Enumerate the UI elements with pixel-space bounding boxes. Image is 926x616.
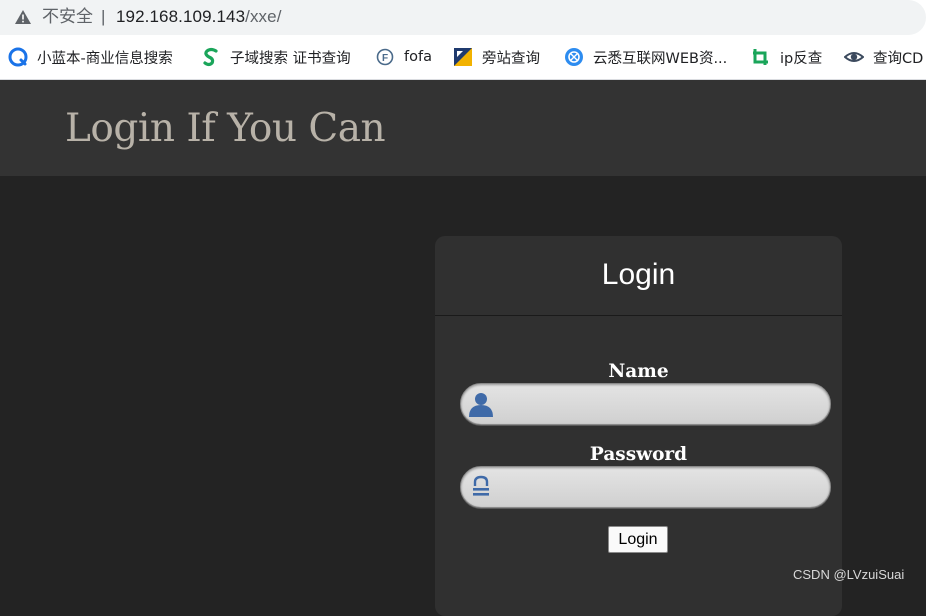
login-heading: Login: [601, 258, 676, 291]
bookmark-label: fofa: [404, 49, 432, 65]
security-label[interactable]: 不安全: [42, 7, 93, 27]
bookmark-label: 旁站查询: [482, 50, 540, 67]
fofa-icon: F: [376, 48, 394, 66]
eye-icon: [844, 52, 864, 62]
site-title: Login If You Can: [65, 106, 386, 151]
url-path: /xxe/: [245, 7, 282, 26]
name-input[interactable]: [499, 386, 819, 422]
name-label: Name: [608, 361, 669, 382]
omnibox[interactable]: 不安全 | 192.168.109.143/xxe/: [0, 0, 926, 35]
bookmark-label: 小蓝本-商业信息搜索: [37, 50, 173, 67]
login-button[interactable]: Login: [608, 526, 668, 553]
warning-icon[interactable]: [14, 9, 32, 25]
bookmark-label: 云悉互联网WEB资...: [593, 50, 728, 67]
bookmark-yunxi[interactable]: 云悉互联网WEB资...: [564, 45, 727, 69]
bookmark-label: 查询CD: [873, 50, 924, 67]
bookmark-label: ip反查: [780, 50, 823, 67]
bookmark-side-site[interactable]: 旁站查询: [453, 45, 540, 69]
watermark: CSDN @LVzuiSuai: [793, 567, 905, 582]
bookmark-xiaolanben[interactable]: 小蓝本-商业信息搜索: [8, 45, 173, 69]
url-host: 192.168.109.143: [116, 7, 246, 26]
login-panel-header: Login: [435, 236, 842, 316]
password-label: Password: [589, 444, 688, 465]
url-text[interactable]: 192.168.109.143/xxe/: [116, 7, 282, 27]
address-separator: |: [101, 7, 106, 26]
yunxi-icon: [565, 48, 583, 66]
subdomain-search-icon: [203, 47, 218, 67]
password-field[interactable]: [460, 466, 831, 508]
lock-icon: [473, 475, 489, 496]
bookmark-ip-reverse[interactable]: ip反查: [751, 45, 822, 69]
bookmark-label: 子域搜索 证书查询: [230, 50, 351, 67]
name-field[interactable]: [460, 383, 831, 425]
bookmark-fofa[interactable]: F fofa: [375, 45, 432, 69]
bookmarks-bar: 小蓝本-商业信息搜索 子域搜索 证书查询 F fofa 旁站查询 云悉互联网WE…: [0, 35, 926, 80]
xiaolanben-icon: [8, 47, 28, 67]
address-bar: 不安全 | 192.168.109.143/xxe/: [0, 0, 926, 35]
bookmark-cdn-lookup[interactable]: 查询CD: [844, 45, 923, 69]
password-input[interactable]: [499, 469, 819, 505]
ip-reverse-icon: [753, 49, 768, 65]
svg-text:F: F: [382, 53, 388, 64]
side-site-icon: [454, 48, 472, 66]
bookmark-subdomain-search[interactable]: 子域搜索 证书查询: [201, 45, 351, 69]
user-icon: [469, 393, 493, 417]
